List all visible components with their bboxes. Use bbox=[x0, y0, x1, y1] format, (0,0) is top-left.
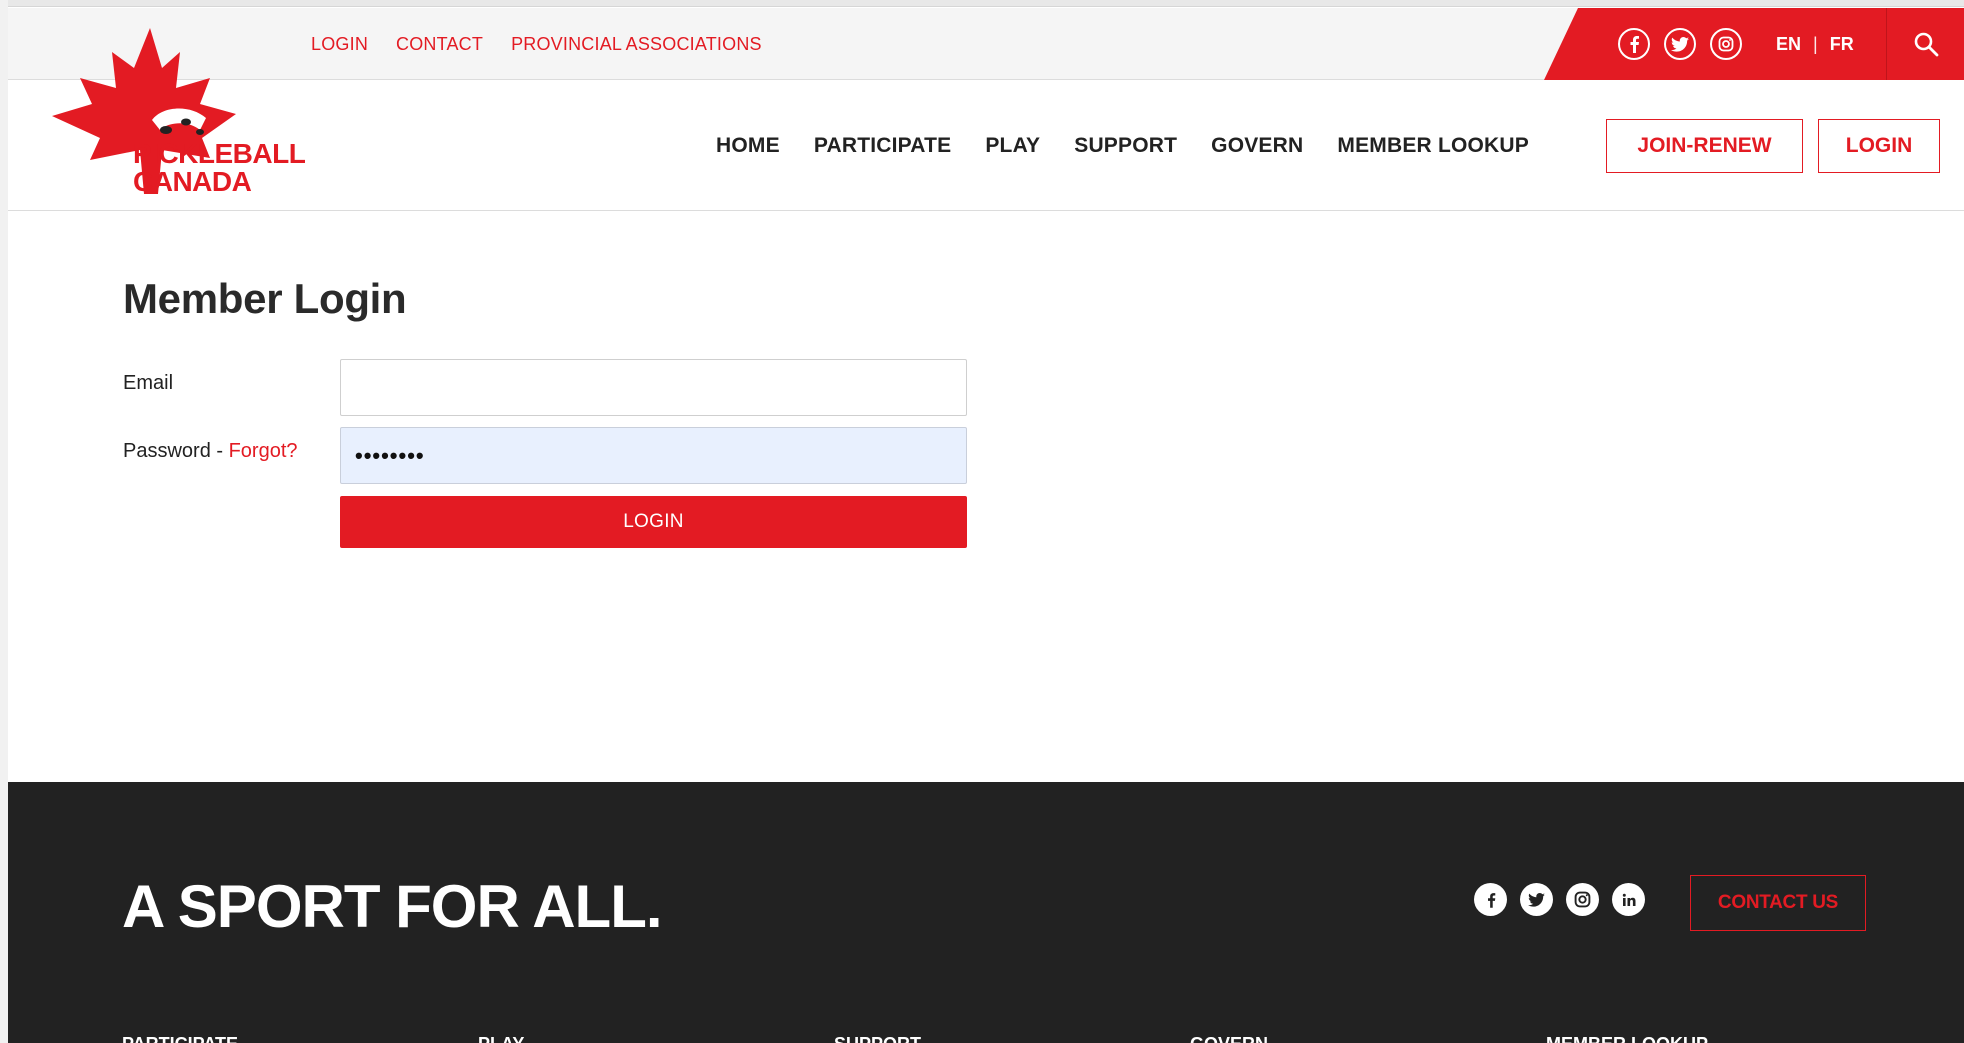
footer-col-govern[interactable]: GOVERN bbox=[1190, 1034, 1268, 1043]
search-icon bbox=[1914, 32, 1938, 57]
lang-fr[interactable]: FR bbox=[1830, 34, 1854, 55]
footer-col-play[interactable]: PLAY bbox=[478, 1034, 524, 1043]
page: LOGIN CONTACT PROVINCIAL ASSOCIATIONS EN… bbox=[0, 0, 1964, 1043]
site-footer: A SPORT FOR ALL. CONTACT US PARTICIPATE … bbox=[8, 782, 1964, 1043]
password-label: Password - bbox=[123, 440, 229, 462]
lang-separator: | bbox=[1813, 33, 1818, 54]
forgot-password-link[interactable]: Forgot? bbox=[229, 440, 298, 462]
nav-home[interactable]: HOME bbox=[716, 134, 780, 158]
header-login-button[interactable]: LOGIN bbox=[1818, 119, 1940, 173]
password-label-row: Password - Forgot? bbox=[123, 440, 298, 463]
email-label: Email bbox=[123, 372, 174, 394]
utility-links: LOGIN CONTACT PROVINCIAL ASSOCIATIONS bbox=[311, 8, 762, 80]
nav-govern[interactable]: GOVERN bbox=[1211, 134, 1303, 158]
top-social-links bbox=[1618, 8, 1742, 80]
page-title: Member Login bbox=[123, 275, 407, 322]
instagram-icon[interactable] bbox=[1566, 883, 1599, 916]
password-field[interactable] bbox=[340, 427, 967, 484]
nav-support[interactable]: SUPPORT bbox=[1074, 134, 1177, 158]
footer-social-links bbox=[1474, 883, 1645, 916]
login-submit-button[interactable]: LOGIN bbox=[340, 496, 967, 548]
browser-top-strip bbox=[0, 0, 1964, 7]
utility-provincial-associations-link[interactable]: PROVINCIAL ASSOCIATIONS bbox=[511, 34, 762, 55]
facebook-icon[interactable] bbox=[1474, 883, 1507, 916]
left-gutter bbox=[0, 0, 8, 1043]
logo-text: PICKLEBALL CANADA bbox=[133, 138, 306, 197]
contact-us-button[interactable]: CONTACT US bbox=[1690, 875, 1866, 931]
twitter-icon[interactable] bbox=[1664, 28, 1696, 60]
search-button[interactable] bbox=[1886, 8, 1964, 80]
lang-en[interactable]: EN bbox=[1776, 34, 1801, 55]
footer-col-member-lookup[interactable]: MEMBER LOOKUP bbox=[1546, 1034, 1708, 1043]
footer-tagline: A SPORT FOR ALL. bbox=[122, 873, 663, 940]
twitter-icon[interactable] bbox=[1520, 883, 1553, 916]
language-switcher: EN | FR bbox=[1776, 8, 1854, 80]
join-renew-button[interactable]: JOIN-RENEW bbox=[1606, 119, 1803, 173]
main-nav: HOME PARTICIPATE PLAY SUPPORT GOVERN MEM… bbox=[716, 81, 1529, 211]
utility-contact-link[interactable]: CONTACT bbox=[396, 34, 483, 55]
facebook-icon[interactable] bbox=[1618, 28, 1650, 60]
logo-text-line1: PICKLEBALL bbox=[133, 138, 306, 169]
linkedin-icon[interactable] bbox=[1612, 883, 1645, 916]
nav-play[interactable]: PLAY bbox=[985, 134, 1040, 158]
email-field[interactable] bbox=[340, 359, 967, 416]
footer-col-support[interactable]: SUPPORT bbox=[834, 1034, 921, 1043]
footer-columns: PARTICIPATE PLAY SUPPORT GOVERN MEMBER L… bbox=[122, 1034, 1922, 1043]
footer-col-participate[interactable]: PARTICIPATE bbox=[122, 1034, 238, 1043]
instagram-icon[interactable] bbox=[1710, 28, 1742, 60]
nav-member-lookup[interactable]: MEMBER LOOKUP bbox=[1337, 134, 1529, 158]
logo-text-line2: CANADA bbox=[133, 166, 252, 197]
nav-participate[interactable]: PARTICIPATE bbox=[814, 134, 952, 158]
utility-login-link[interactable]: LOGIN bbox=[311, 34, 368, 55]
